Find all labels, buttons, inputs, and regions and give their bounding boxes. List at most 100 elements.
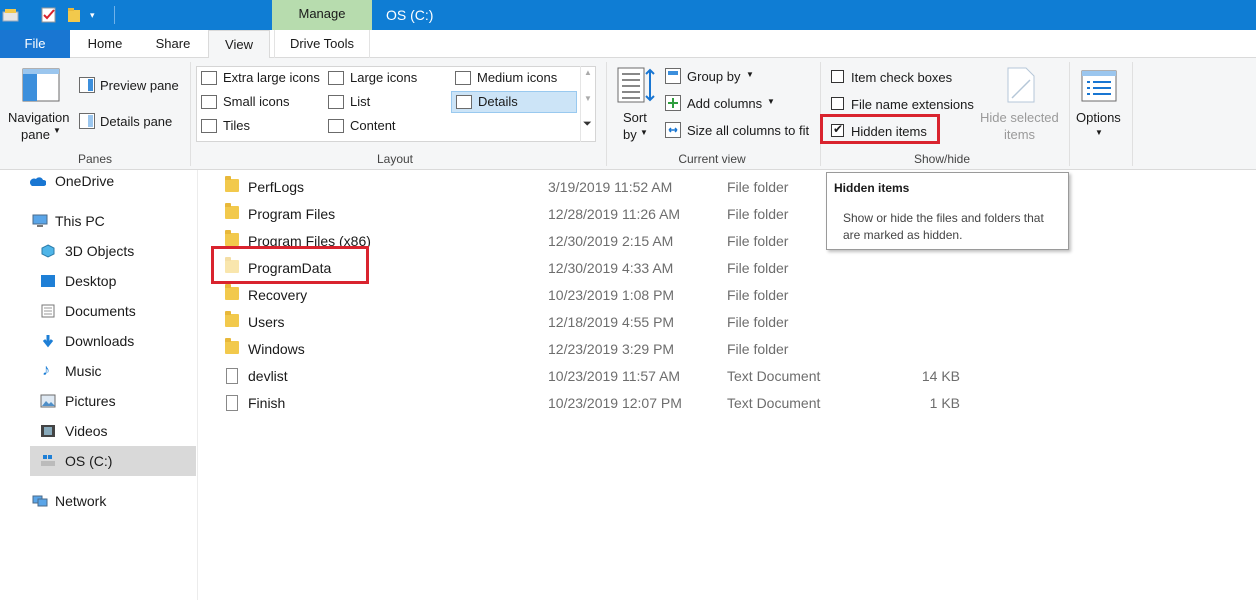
programdata-highlight (211, 246, 369, 284)
layout-tiles[interactable]: Tiles (197, 116, 323, 136)
hidden-items-tooltip: Hidden items Show or hide the files and … (826, 172, 1069, 250)
hide-selected-items-label-2: items (1004, 127, 1036, 142)
music-icon: ♪ (42, 362, 50, 379)
nav-item-this-pc[interactable]: This PC (30, 206, 198, 236)
file-row-finish[interactable]: Finish 10/23/2019 12:07 PM Text Document… (222, 389, 982, 416)
navigation-pane: OneDrive This PC 3D Objects Desktop Docu… (0, 170, 198, 600)
nav-item-videos[interactable]: Videos (40, 416, 198, 446)
window-title: OS (C:) (386, 7, 434, 23)
text-document-icon (226, 395, 238, 411)
current-view-group-label: Current view (678, 152, 746, 166)
tab-manage[interactable]: Manage (272, 0, 372, 30)
onedrive-icon (30, 177, 46, 186)
chevron-down-icon: ▼ (767, 97, 775, 106)
tooltip-title: Hidden items (834, 181, 910, 195)
customize-toolbar-icon[interactable]: ▾ (90, 6, 102, 24)
add-columns-icon (665, 95, 681, 111)
folder-icon (225, 338, 239, 354)
hide-selected-items-label: Hide selected (980, 110, 1059, 125)
sort-by-label-2: by (623, 127, 637, 142)
add-columns-label: Add columns (687, 96, 763, 111)
layout-list[interactable]: List (324, 92, 450, 112)
folder-icon (225, 311, 239, 327)
layout-large-icons[interactable]: Large icons (324, 68, 450, 88)
3d-objects-icon (41, 244, 55, 258)
layout-group-label: Layout (376, 152, 414, 166)
group-by-label: Group by (687, 69, 741, 84)
layout-details[interactable]: Details (451, 91, 577, 113)
ribbon-tabs: File Home Share View Drive Tools (0, 30, 1256, 59)
chevron-down-icon: ▼ (746, 70, 754, 79)
file-row-devlist[interactable]: devlist 10/23/2019 11:57 AM Text Documen… (222, 362, 982, 389)
panes-group-label: Panes (77, 152, 113, 166)
gallery-more-icon[interactable]: ⏷ (583, 118, 592, 131)
new-folder-icon[interactable] (66, 6, 82, 24)
network-icon (32, 495, 48, 507)
preview-pane-icon (79, 77, 95, 93)
folder-icon (225, 176, 239, 192)
nav-item-os-c[interactable]: OS (C:) (30, 446, 196, 476)
layout-gallery: Extra large icons Large icons Medium ico… (196, 66, 596, 142)
tab-drive-tools[interactable]: Drive Tools (274, 30, 370, 58)
explorer-icon (2, 9, 19, 22)
scroll-up-icon[interactable]: ▲ (584, 68, 592, 77)
layout-content[interactable]: Content (324, 116, 450, 136)
nav-item-downloads[interactable]: Downloads (40, 326, 198, 356)
show-hide-group-label: Show/hide (913, 152, 971, 166)
nav-item-pictures[interactable]: Pictures (40, 386, 198, 416)
navigation-pane-icon (22, 68, 60, 102)
desktop-icon (41, 275, 55, 287)
group-divider (1069, 62, 1070, 166)
group-by-icon (665, 68, 681, 84)
nav-item-network[interactable]: Network (30, 486, 198, 516)
group-divider (1132, 62, 1133, 166)
tab-share[interactable]: Share (142, 30, 204, 58)
nav-item-music[interactable]: ♪ Music (40, 356, 198, 386)
group-divider (606, 62, 607, 166)
downloads-icon (42, 335, 54, 348)
nav-item-3d-objects[interactable]: 3D Objects (40, 236, 198, 266)
text-document-icon (226, 368, 238, 384)
group-divider (190, 62, 191, 166)
tab-view[interactable]: View (208, 30, 270, 59)
tab-file[interactable]: File (0, 30, 70, 58)
options-icon (1081, 70, 1117, 102)
navigation-pane-label-2: pane (21, 127, 50, 142)
tab-home[interactable]: Home (72, 30, 138, 58)
file-name-extensions-label: File name extensions (851, 97, 974, 112)
item-check-boxes-checkbox[interactable] (831, 70, 844, 83)
nav-item-desktop[interactable]: Desktop (40, 266, 198, 296)
sort-by-icon (617, 67, 655, 103)
nav-item-documents[interactable]: Documents (40, 296, 198, 326)
videos-icon (41, 425, 55, 437)
chevron-down-icon: ▼ (640, 128, 648, 137)
layout-gallery-scroll: ▲ ▼ ⏷ (580, 66, 596, 142)
list-icon (328, 95, 344, 109)
small-icons-icon (201, 95, 217, 109)
file-row-windows[interactable]: Windows 12/23/2019 3:29 PM File folder (222, 335, 982, 362)
chevron-down-icon: ▼ (53, 126, 61, 135)
title-bar: ▾ Manage OS (C:) (0, 0, 1256, 30)
documents-icon (41, 304, 55, 318)
layout-medium-icons[interactable]: Medium icons (451, 68, 577, 88)
chevron-down-icon: ▼ (1095, 128, 1103, 137)
large-icons-icon (328, 71, 344, 85)
medium-icons-icon (455, 71, 471, 85)
file-name-extensions-checkbox[interactable] (831, 97, 844, 110)
drive-icon (41, 455, 55, 466)
sort-by-label: Sort (623, 110, 647, 125)
scroll-down-icon[interactable]: ▼ (584, 94, 592, 103)
content-icon (328, 119, 344, 133)
details-pane-label: Details pane (100, 114, 173, 129)
tooltip-body: Show or hide the files and folders that … (843, 211, 1044, 242)
file-row-users[interactable]: Users 12/18/2019 4:55 PM File folder (222, 308, 982, 335)
hide-selected-items-icon (1007, 67, 1035, 103)
file-row-recovery[interactable]: Recovery 10/23/2019 1:08 PM File folder (222, 281, 982, 308)
layout-small-icons[interactable]: Small icons (197, 92, 323, 112)
nav-item-onedrive[interactable]: OneDrive (30, 166, 198, 196)
toolbar-divider (114, 6, 115, 24)
layout-extra-large-icons[interactable]: Extra large icons (197, 68, 323, 88)
computer-icon (32, 214, 48, 227)
details-icon (456, 95, 472, 109)
properties-icon[interactable] (40, 6, 58, 24)
